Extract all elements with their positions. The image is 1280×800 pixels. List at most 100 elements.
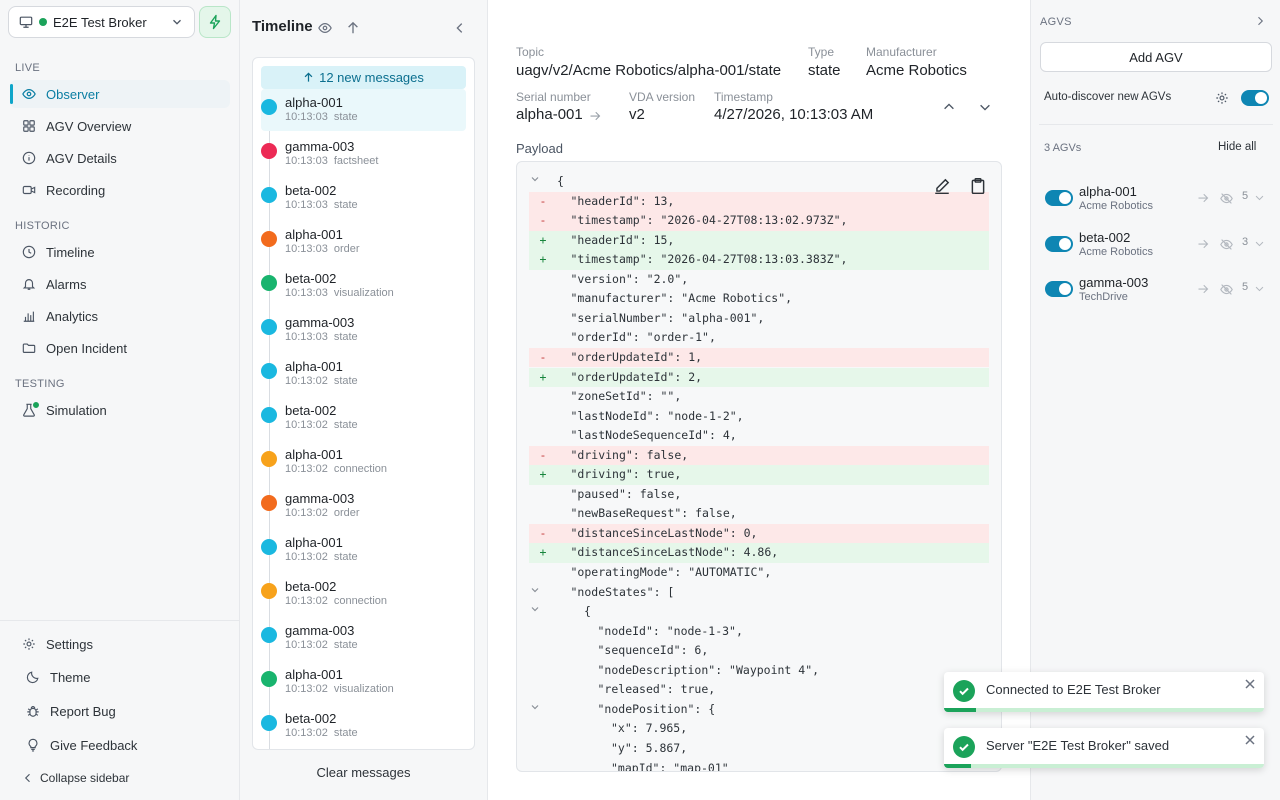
edit-icon[interactable]: [933, 177, 951, 195]
timeline-item[interactable]: alpha-001 10:13:03 state: [253, 89, 474, 139]
new-messages-button[interactable]: 12 new messages: [261, 66, 466, 89]
nav-analytics[interactable]: Analytics: [10, 302, 230, 330]
chevron-left-icon[interactable]: [453, 21, 467, 35]
code-text: "nodeId": "node-1-3",: [597, 623, 743, 638]
arrow-right-icon[interactable]: [589, 110, 601, 122]
close-icon[interactable]: [1244, 734, 1256, 746]
message-type-dot: [261, 407, 277, 423]
close-icon[interactable]: [1244, 678, 1256, 690]
message-type-dot: [261, 671, 277, 687]
add-agv-button[interactable]: Add AGV: [1040, 42, 1272, 72]
code-text: "sequenceId": 6,: [597, 643, 709, 658]
timeline-item[interactable]: alpha-001 10:13:02 connection: [253, 447, 474, 491]
nav-agv-overview[interactable]: AGV Overview: [10, 112, 230, 140]
chevron-right-icon[interactable]: [1254, 15, 1266, 27]
agv-row[interactable]: gamma-003 TechDrive 5: [1031, 275, 1280, 315]
nav-give-feedback[interactable]: Give Feedback: [10, 731, 230, 759]
nav-theme[interactable]: Theme: [10, 663, 230, 691]
fold-chevron-icon[interactable]: [530, 585, 540, 595]
agv-visibility-toggle[interactable]: [1045, 190, 1073, 206]
code-text: "distanceSinceLastNode": 0,: [570, 525, 758, 540]
broker-select[interactable]: E2E Test Broker: [8, 6, 195, 38]
section-live: LIVE: [15, 62, 41, 74]
timeline-item[interactable]: gamma-003 10:13:03 state: [253, 315, 474, 359]
code-line: "zoneSetId": "",: [529, 387, 989, 407]
connect-button[interactable]: [199, 6, 231, 38]
timeline-item[interactable]: gamma-003 10:13:03 factsheet: [253, 139, 474, 183]
diff-sign: [529, 270, 557, 290]
toast-notification: Connected to E2E Test Broker: [944, 672, 1264, 712]
nav-settings[interactable]: Settings: [10, 630, 230, 658]
agv-row[interactable]: alpha-001 Acme Robotics 5: [1031, 184, 1280, 224]
arrow-right-icon[interactable]: [1197, 192, 1209, 204]
sidebar-divider: [0, 620, 239, 621]
nav-open-incident[interactable]: Open Incident: [10, 334, 230, 362]
code-line: {: [529, 602, 989, 622]
chevron-down-icon[interactable]: [978, 100, 992, 114]
message-type-dot: [261, 627, 277, 643]
message-type-dot: [261, 319, 277, 335]
nav-observer[interactable]: Observer: [10, 80, 230, 108]
nav-recording[interactable]: Recording: [10, 176, 230, 204]
timeline-item[interactable]: alpha-001 10:13:02 state: [253, 535, 474, 579]
timeline-item[interactable]: beta-002 10:13:02 connection: [253, 579, 474, 623]
timeline-panel: Timeline alpha-001 10:13:03 state gamma-003…: [240, 0, 488, 800]
arrow-right-icon[interactable]: [1197, 238, 1209, 250]
timeline-item[interactable]: alpha-001 10:13:02 visualization: [253, 667, 474, 711]
nav-agv-details[interactable]: AGV Details: [10, 144, 230, 172]
nav-report-bug[interactable]: Report Bug: [10, 697, 230, 725]
eye-icon[interactable]: [318, 21, 332, 35]
eye-off-icon[interactable]: [1220, 283, 1233, 296]
chevron-down-icon[interactable]: [1254, 238, 1265, 249]
bug-icon: [27, 706, 39, 717]
timeline-item[interactable]: beta-002 10:13:02 state: [253, 711, 474, 749]
chevron-up-icon[interactable]: [942, 100, 956, 114]
timeline-item[interactable]: beta-002 10:13:03 visualization: [253, 271, 474, 315]
nav-simulation[interactable]: Simulation: [10, 396, 230, 424]
code-text: "orderUpdateId": 1,: [570, 349, 703, 364]
timeline-item[interactable]: beta-002 10:13:02 state: [253, 403, 474, 447]
gear-icon[interactable]: [1215, 91, 1229, 105]
agv-count-label: 3 AGVs: [1044, 142, 1082, 154]
message-type: visualization: [333, 683, 394, 695]
chevron-down-icon[interactable]: [1254, 283, 1265, 294]
diff-sign: [529, 563, 557, 583]
agv-visibility-toggle[interactable]: [1045, 235, 1073, 252]
agv-name: beta-002: [285, 711, 337, 726]
code-line: "x": 7.965,: [529, 719, 989, 739]
nav-alarms[interactable]: Alarms: [10, 270, 230, 298]
timeline-item[interactable]: alpha-001 10:13:02 state: [253, 359, 474, 403]
message-type: state: [333, 419, 358, 431]
arrow-up-icon[interactable]: [346, 21, 360, 35]
new-messages-label: 12 new messages: [319, 70, 424, 85]
timeline-item[interactable]: gamma-003 10:13:02 state: [253, 623, 474, 667]
diff-sign: [529, 680, 557, 700]
agv-name: gamma-003: [1079, 275, 1149, 290]
eye-off-icon[interactable]: [1220, 192, 1233, 205]
nav-label: Give Feedback: [50, 737, 138, 753]
clear-messages-button[interactable]: Clear messages: [240, 765, 487, 780]
nav-timeline[interactable]: Timeline: [10, 238, 230, 266]
auto-discover-toggle[interactable]: [1241, 90, 1269, 106]
code-line: "lastNodeId": "node-1-2",: [529, 407, 989, 427]
code-text: "orderUpdateId": 2,: [570, 369, 703, 384]
agv-visibility-toggle[interactable]: [1045, 281, 1073, 297]
chevron-down-icon[interactable]: [1254, 192, 1265, 203]
agv-manufacturer: TechDrive: [1079, 291, 1128, 303]
hide-all-button[interactable]: Hide all: [1218, 141, 1256, 153]
clipboard-icon[interactable]: [969, 177, 987, 195]
message-type-dot: [261, 99, 277, 115]
fold-chevron-icon[interactable]: [530, 174, 540, 184]
message-time: 10:13:02: [285, 595, 328, 607]
fold-chevron-icon[interactable]: [530, 702, 540, 712]
eye-off-icon[interactable]: [1220, 238, 1233, 251]
code-line: "lastNodeSequenceId": 4,: [529, 426, 989, 446]
arrow-right-icon[interactable]: [1197, 283, 1209, 295]
agv-row[interactable]: beta-002 Acme Robotics 3: [1031, 230, 1280, 270]
timeline-item[interactable]: alpha-001 10:13:03 order: [253, 227, 474, 271]
collapse-sidebar-button[interactable]: Collapse sidebar: [10, 764, 230, 792]
timeline-item[interactable]: gamma-003 10:13:02 order: [253, 491, 474, 535]
timeline-item[interactable]: beta-002 10:13:03 state: [253, 183, 474, 227]
fold-chevron-icon[interactable]: [530, 604, 540, 614]
nav-label: AGV Details: [46, 150, 117, 166]
